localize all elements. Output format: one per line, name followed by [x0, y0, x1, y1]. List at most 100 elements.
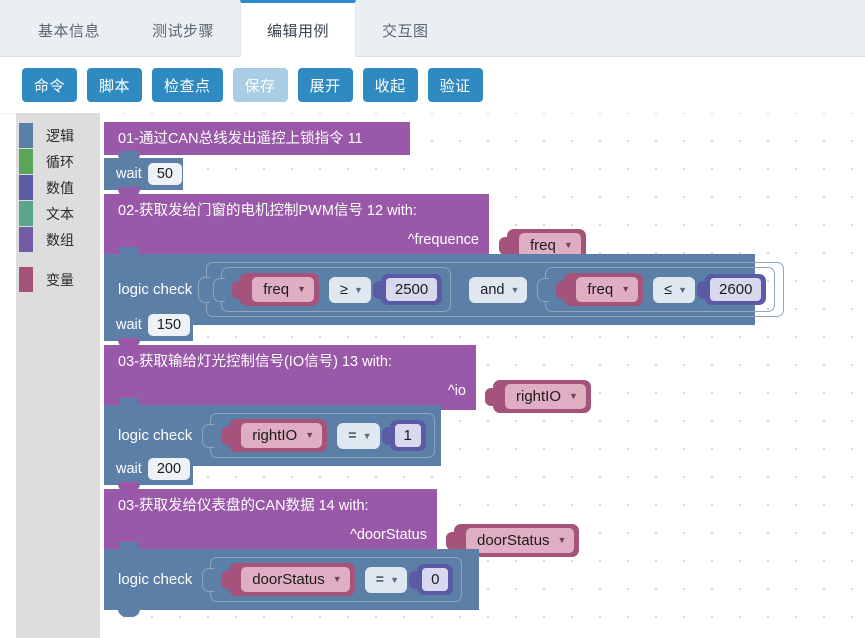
variable-name: rightIO: [516, 388, 562, 405]
chevron-down-icon[interactable]: ▼: [569, 386, 578, 407]
save-button[interactable]: 保存: [232, 68, 288, 102]
blockly-workspace[interactable]: 逻辑 循环 数值 文本 数组 变量 01-通过CAN总线发出遥控上锁指令 11: [0, 113, 865, 638]
category-label: 数值: [46, 180, 74, 196]
category-label: 循环: [46, 154, 74, 170]
category-array[interactable]: 数组: [16, 227, 100, 253]
command-block-02[interactable]: 02-获取发给门窗的电机控制PWM信号 12 with: ^frequence: [104, 187, 489, 266]
collapse-button[interactable]: 收起: [362, 68, 418, 102]
wait-value-field[interactable]: 150: [147, 314, 191, 336]
chevron-down-icon[interactable]: ▼: [510, 280, 519, 300]
category-color-swatch: [19, 175, 33, 200]
category-text[interactable]: 文本: [16, 201, 100, 227]
variable-field-wrap[interactable]: freq ▼: [576, 277, 639, 302]
operator-dropdown-right[interactable]: ≤ ▼: [653, 276, 696, 303]
checkpoint-button[interactable]: 检查点: [152, 68, 223, 102]
chevron-down-icon[interactable]: ▼: [621, 279, 630, 300]
chevron-down-icon[interactable]: ▼: [558, 530, 567, 551]
tab-bar: 基本信息 测试步骤 编辑用例 交互图: [0, 0, 865, 57]
category-loop[interactable]: 循环: [16, 149, 100, 175]
chevron-down-icon[interactable]: ▼: [363, 426, 372, 446]
category-label: 数组: [46, 232, 74, 248]
chevron-down-icon[interactable]: ▼: [678, 280, 687, 300]
variable-block-freq-right[interactable]: freq ▼: [564, 273, 644, 306]
number-value[interactable]: 1: [394, 424, 421, 447]
comparison-group-doorStatus[interactable]: doorStatus ▼ = ▼ 0: [210, 557, 463, 602]
number-block-1[interactable]: 1: [389, 420, 426, 451]
tab-edit-case[interactable]: 编辑用例: [240, 0, 357, 57]
wait-block-3-content: wait 200: [104, 453, 193, 485]
operator-dropdown-rightIO[interactable]: = ▼: [337, 422, 380, 449]
logic-check-1-row: logic check freq ▼ ≥ ▼ 2500 and ▼ freq ▼…: [104, 254, 785, 325]
command-block-03-io[interactable]: 03-获取输给灯光控制信号(IO信号) 13 with: ^io: [104, 338, 476, 417]
variable-field-wrap[interactable]: freq ▼: [252, 277, 314, 302]
variable-block-rightIO-param[interactable]: rightIO ▼: [493, 380, 591, 413]
comparison-group-right[interactable]: freq ▼ ≤ ▼ 2600: [545, 267, 776, 312]
number-block-2500[interactable]: 2500: [380, 274, 443, 305]
logic-join-dropdown[interactable]: and ▼: [469, 276, 528, 303]
logic-check-2-title: logic check: [118, 427, 193, 444]
command-block-03-can[interactable]: 03-获取发给仪表盘的CAN数据 14 with: ^doorStatus: [104, 482, 437, 561]
expand-button[interactable]: 展开: [297, 68, 353, 102]
script-button[interactable]: 脚本: [87, 68, 143, 102]
variable-field-wrap[interactable]: doorStatus ▼: [466, 528, 575, 553]
wait-label: wait: [116, 165, 142, 182]
chevron-down-icon[interactable]: ▼: [305, 425, 314, 446]
category-color-swatch: [19, 227, 33, 252]
variable-field-wrap[interactable]: rightIO ▼: [505, 384, 586, 409]
category-label: 变量: [46, 272, 74, 288]
validate-button[interactable]: 验证: [427, 68, 483, 102]
command-block-01[interactable]: 01-通过CAN总线发出遥控上锁指令 11: [104, 122, 410, 162]
tab-interaction-diagram[interactable]: 交互图: [356, 0, 455, 57]
number-block-0[interactable]: 0: [417, 564, 454, 595]
chevron-down-icon[interactable]: ▼: [564, 235, 573, 256]
logic-check-block-1[interactable]: logic check freq ▼ ≥ ▼ 2500 and ▼ freq ▼…: [104, 247, 785, 332]
comparison-group-left[interactable]: freq ▼ ≥ ▼ 2500: [221, 267, 452, 312]
tab-test-steps[interactable]: 测试步骤: [126, 0, 240, 57]
wait-block-3[interactable]: wait 200: [104, 446, 193, 492]
variable-name: doorStatus: [477, 532, 550, 549]
comparison-group-rightIO[interactable]: rightIO ▼ = ▼ 1: [210, 413, 435, 458]
chevron-down-icon[interactable]: ▼: [390, 570, 399, 590]
command-button[interactable]: 命令: [22, 68, 78, 102]
operator-dropdown-doorStatus[interactable]: = ▼: [364, 566, 408, 593]
chevron-down-icon[interactable]: ▼: [297, 279, 306, 300]
command-block-03-io-param-name: ^io: [447, 383, 466, 399]
logic-check-3-title: logic check: [118, 571, 193, 588]
chevron-down-icon[interactable]: ▼: [354, 280, 363, 300]
block-category-palette: 逻辑 循环 数值 文本 数组 变量: [16, 113, 100, 638]
wait-block-2[interactable]: wait 150: [104, 302, 193, 348]
command-block-03-can-label: 03-获取发给仪表盘的CAN数据 14 with:: [118, 498, 369, 514]
category-variable[interactable]: 变量: [16, 267, 100, 293]
wait-block-1-content: wait 50: [104, 158, 183, 190]
operator-value: =: [348, 427, 357, 444]
variable-field-wrap[interactable]: doorStatus ▼: [241, 567, 350, 592]
number-value[interactable]: 2600: [710, 278, 762, 301]
command-block-02-label: 02-获取发给门窗的电机控制PWM信号 12 with:: [118, 203, 417, 219]
variable-name: rightIO: [252, 427, 298, 444]
tab-basic-info[interactable]: 基本信息: [12, 0, 126, 57]
number-value[interactable]: 0: [422, 568, 449, 591]
category-color-swatch: [19, 149, 33, 174]
logic-check-block-3[interactable]: logic check doorStatus ▼ = ▼ 0: [104, 542, 479, 617]
wait-value-field[interactable]: 50: [147, 163, 182, 185]
wait-block-2-content: wait 150: [104, 309, 193, 341]
chevron-down-icon[interactable]: ▼: [333, 569, 342, 590]
wait-block-1[interactable]: wait 50: [104, 151, 183, 197]
operator-dropdown-left[interactable]: ≥ ▼: [328, 276, 371, 303]
logic-check-1-expression[interactable]: freq ▼ ≥ ▼ 2500 and ▼ freq ▼ ≤ ▼ 2600: [206, 262, 785, 317]
command-block-01-label: 01-通过CAN总线发出遥控上锁指令 11: [118, 131, 363, 147]
category-logic[interactable]: 逻辑: [16, 123, 100, 149]
command-block-03-can-param-name: ^doorStatus: [350, 527, 427, 543]
operator-value: =: [375, 571, 385, 588]
number-value[interactable]: 2500: [385, 278, 438, 301]
variable-block-freq-left[interactable]: freq ▼: [240, 273, 319, 306]
category-label: 逻辑: [46, 128, 74, 144]
wait-label: wait: [116, 460, 142, 477]
variable-block-rightIO[interactable]: rightIO ▼: [229, 419, 328, 452]
wait-value-field[interactable]: 200: [147, 458, 191, 480]
number-block-2600[interactable]: 2600: [705, 274, 767, 305]
category-number[interactable]: 数值: [16, 175, 100, 201]
variable-block-doorStatus[interactable]: doorStatus ▼: [229, 563, 355, 596]
logic-check-1-title: logic check: [118, 281, 193, 298]
variable-field-wrap[interactable]: rightIO ▼: [241, 423, 323, 448]
